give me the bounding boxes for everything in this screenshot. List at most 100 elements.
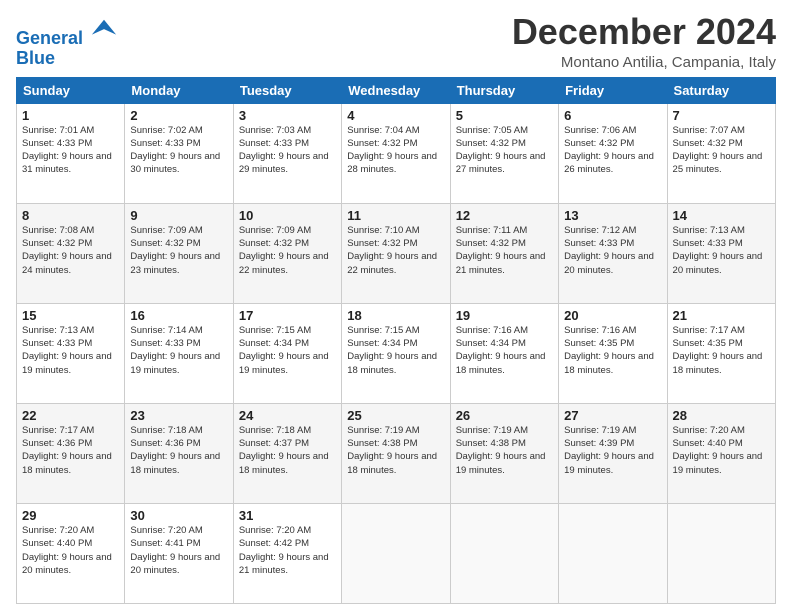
day-info: Sunrise: 7:16 AMSunset: 4:35 PMDaylight:… — [564, 324, 661, 377]
calendar-cell: 11Sunrise: 7:10 AMSunset: 4:32 PMDayligh… — [342, 203, 450, 303]
logo: General Blue — [16, 16, 118, 69]
title-block: December 2024 Montano Antilia, Campania,… — [512, 12, 776, 71]
day-number: 19 — [456, 308, 553, 323]
day-info: Sunrise: 7:13 AMSunset: 4:33 PMDaylight:… — [22, 324, 119, 377]
calendar-cell: 17Sunrise: 7:15 AMSunset: 4:34 PMDayligh… — [233, 303, 341, 403]
day-info: Sunrise: 7:01 AMSunset: 4:33 PMDaylight:… — [22, 124, 119, 177]
calendar-cell — [342, 503, 450, 603]
day-number: 11 — [347, 208, 444, 223]
calendar-cell: 9Sunrise: 7:09 AMSunset: 4:32 PMDaylight… — [125, 203, 233, 303]
calendar-day-header: Sunday — [17, 77, 125, 103]
day-info: Sunrise: 7:15 AMSunset: 4:34 PMDaylight:… — [239, 324, 336, 377]
calendar-cell: 4Sunrise: 7:04 AMSunset: 4:32 PMDaylight… — [342, 103, 450, 203]
day-number: 31 — [239, 508, 336, 523]
calendar-cell — [450, 503, 558, 603]
calendar-cell: 29Sunrise: 7:20 AMSunset: 4:40 PMDayligh… — [17, 503, 125, 603]
calendar-day-header: Thursday — [450, 77, 558, 103]
calendar-cell: 23Sunrise: 7:18 AMSunset: 4:36 PMDayligh… — [125, 403, 233, 503]
calendar-cell: 2Sunrise: 7:02 AMSunset: 4:33 PMDaylight… — [125, 103, 233, 203]
day-info: Sunrise: 7:20 AMSunset: 4:40 PMDaylight:… — [22, 524, 119, 577]
calendar-cell: 22Sunrise: 7:17 AMSunset: 4:36 PMDayligh… — [17, 403, 125, 503]
day-number: 5 — [456, 108, 553, 123]
day-info: Sunrise: 7:11 AMSunset: 4:32 PMDaylight:… — [456, 224, 553, 277]
day-info: Sunrise: 7:09 AMSunset: 4:32 PMDaylight:… — [239, 224, 336, 277]
day-info: Sunrise: 7:17 AMSunset: 4:35 PMDaylight:… — [673, 324, 770, 377]
day-number: 17 — [239, 308, 336, 323]
day-info: Sunrise: 7:19 AMSunset: 4:38 PMDaylight:… — [456, 424, 553, 477]
calendar-cell: 8Sunrise: 7:08 AMSunset: 4:32 PMDaylight… — [17, 203, 125, 303]
day-number: 1 — [22, 108, 119, 123]
day-info: Sunrise: 7:20 AMSunset: 4:40 PMDaylight:… — [673, 424, 770, 477]
day-number: 8 — [22, 208, 119, 223]
day-number: 20 — [564, 308, 661, 323]
day-info: Sunrise: 7:20 AMSunset: 4:42 PMDaylight:… — [239, 524, 336, 577]
day-number: 10 — [239, 208, 336, 223]
day-info: Sunrise: 7:18 AMSunset: 4:36 PMDaylight:… — [130, 424, 227, 477]
day-number: 14 — [673, 208, 770, 223]
day-number: 27 — [564, 408, 661, 423]
calendar-week-row: 29Sunrise: 7:20 AMSunset: 4:40 PMDayligh… — [17, 503, 776, 603]
day-number: 24 — [239, 408, 336, 423]
day-number: 3 — [239, 108, 336, 123]
calendar-cell: 16Sunrise: 7:14 AMSunset: 4:33 PMDayligh… — [125, 303, 233, 403]
calendar-day-header: Monday — [125, 77, 233, 103]
day-number: 4 — [347, 108, 444, 123]
day-number: 26 — [456, 408, 553, 423]
day-info: Sunrise: 7:17 AMSunset: 4:36 PMDaylight:… — [22, 424, 119, 477]
calendar-cell: 18Sunrise: 7:15 AMSunset: 4:34 PMDayligh… — [342, 303, 450, 403]
calendar-cell: 7Sunrise: 7:07 AMSunset: 4:32 PMDaylight… — [667, 103, 775, 203]
day-number: 16 — [130, 308, 227, 323]
logo-line1: General — [16, 28, 83, 48]
day-number: 18 — [347, 308, 444, 323]
day-number: 22 — [22, 408, 119, 423]
calendar-cell: 3Sunrise: 7:03 AMSunset: 4:33 PMDaylight… — [233, 103, 341, 203]
calendar-cell: 14Sunrise: 7:13 AMSunset: 4:33 PMDayligh… — [667, 203, 775, 303]
day-number: 21 — [673, 308, 770, 323]
calendar-cell: 1Sunrise: 7:01 AMSunset: 4:33 PMDaylight… — [17, 103, 125, 203]
day-info: Sunrise: 7:06 AMSunset: 4:32 PMDaylight:… — [564, 124, 661, 177]
page: General Blue December 2024 Montano Antil… — [0, 0, 792, 612]
calendar-cell: 6Sunrise: 7:06 AMSunset: 4:32 PMDaylight… — [559, 103, 667, 203]
day-info: Sunrise: 7:08 AMSunset: 4:32 PMDaylight:… — [22, 224, 119, 277]
day-info: Sunrise: 7:16 AMSunset: 4:34 PMDaylight:… — [456, 324, 553, 377]
day-number: 2 — [130, 108, 227, 123]
calendar-cell: 26Sunrise: 7:19 AMSunset: 4:38 PMDayligh… — [450, 403, 558, 503]
calendar-day-header: Tuesday — [233, 77, 341, 103]
day-info: Sunrise: 7:02 AMSunset: 4:33 PMDaylight:… — [130, 124, 227, 177]
day-info: Sunrise: 7:14 AMSunset: 4:33 PMDaylight:… — [130, 324, 227, 377]
calendar-day-header: Saturday — [667, 77, 775, 103]
calendar-cell: 20Sunrise: 7:16 AMSunset: 4:35 PMDayligh… — [559, 303, 667, 403]
location-title: Montano Antilia, Campania, Italy — [512, 54, 776, 71]
day-info: Sunrise: 7:13 AMSunset: 4:33 PMDaylight:… — [673, 224, 770, 277]
calendar-cell: 25Sunrise: 7:19 AMSunset: 4:38 PMDayligh… — [342, 403, 450, 503]
day-info: Sunrise: 7:07 AMSunset: 4:32 PMDaylight:… — [673, 124, 770, 177]
calendar-day-header: Friday — [559, 77, 667, 103]
day-info: Sunrise: 7:10 AMSunset: 4:32 PMDaylight:… — [347, 224, 444, 277]
day-info: Sunrise: 7:03 AMSunset: 4:33 PMDaylight:… — [239, 124, 336, 177]
day-number: 9 — [130, 208, 227, 223]
calendar-cell: 5Sunrise: 7:05 AMSunset: 4:32 PMDaylight… — [450, 103, 558, 203]
calendar-cell: 10Sunrise: 7:09 AMSunset: 4:32 PMDayligh… — [233, 203, 341, 303]
calendar-cell: 24Sunrise: 7:18 AMSunset: 4:37 PMDayligh… — [233, 403, 341, 503]
day-info: Sunrise: 7:12 AMSunset: 4:33 PMDaylight:… — [564, 224, 661, 277]
day-info: Sunrise: 7:19 AMSunset: 4:39 PMDaylight:… — [564, 424, 661, 477]
day-number: 6 — [564, 108, 661, 123]
logo-bird-icon — [90, 16, 118, 44]
logo-line2: Blue — [16, 49, 118, 69]
month-title: December 2024 — [512, 12, 776, 52]
day-number: 15 — [22, 308, 119, 323]
calendar-cell: 15Sunrise: 7:13 AMSunset: 4:33 PMDayligh… — [17, 303, 125, 403]
day-info: Sunrise: 7:04 AMSunset: 4:32 PMDaylight:… — [347, 124, 444, 177]
calendar-week-row: 22Sunrise: 7:17 AMSunset: 4:36 PMDayligh… — [17, 403, 776, 503]
day-number: 30 — [130, 508, 227, 523]
calendar-cell: 21Sunrise: 7:17 AMSunset: 4:35 PMDayligh… — [667, 303, 775, 403]
day-info: Sunrise: 7:18 AMSunset: 4:37 PMDaylight:… — [239, 424, 336, 477]
day-number: 13 — [564, 208, 661, 223]
calendar-body: 1Sunrise: 7:01 AMSunset: 4:33 PMDaylight… — [17, 103, 776, 603]
day-info: Sunrise: 7:20 AMSunset: 4:41 PMDaylight:… — [130, 524, 227, 577]
calendar-header-row: SundayMondayTuesdayWednesdayThursdayFrid… — [17, 77, 776, 103]
calendar-day-header: Wednesday — [342, 77, 450, 103]
calendar-cell — [667, 503, 775, 603]
calendar-table: SundayMondayTuesdayWednesdayThursdayFrid… — [16, 77, 776, 604]
day-info: Sunrise: 7:05 AMSunset: 4:32 PMDaylight:… — [456, 124, 553, 177]
